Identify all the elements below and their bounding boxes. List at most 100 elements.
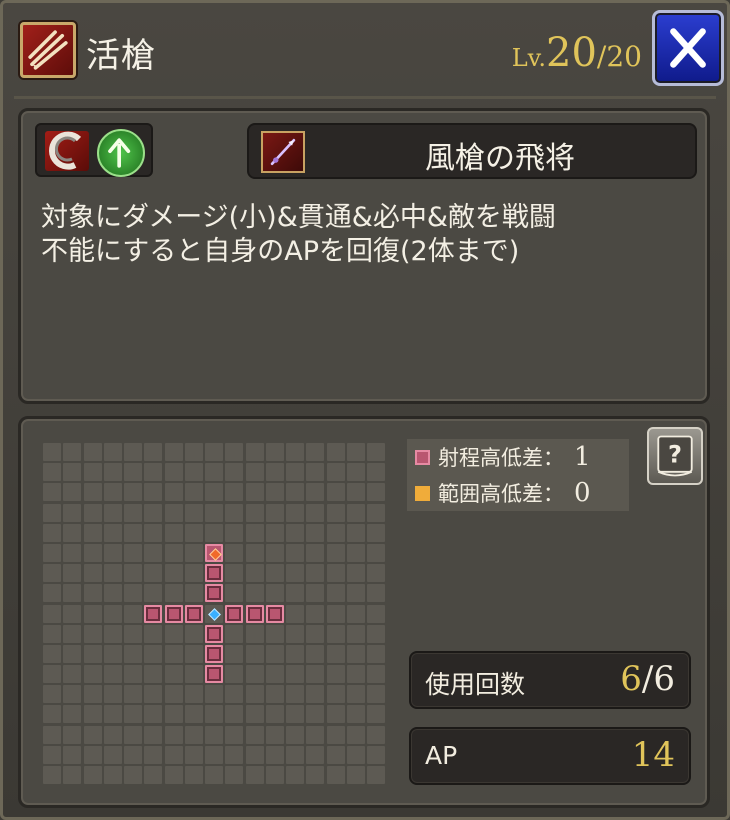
grid-cell [63,483,82,502]
grid-cell [144,543,163,562]
grid-cell [103,644,122,663]
grid-cell [306,665,325,684]
spear-icon [261,131,305,173]
grid-cell [245,705,264,724]
range-swatch [415,449,430,465]
grid-cell [144,624,163,643]
grid-cell [83,644,102,663]
grid-cell [184,644,203,663]
grid-cell [346,483,365,502]
grid-cell [306,584,325,603]
grid-cell [63,644,82,663]
grid-cell [286,523,304,542]
grid-cell [225,665,244,684]
grid-cell [63,463,82,482]
grid-cell [124,665,142,684]
grid-cell [63,685,82,704]
grid-cell [326,463,345,482]
close-button[interactable] [652,10,724,86]
header-divider [14,96,716,99]
grid-cell [164,523,183,542]
grid-cell [184,483,203,502]
grid-cell [306,523,325,542]
grid-cell [286,584,304,603]
area-height-row: 範囲高低差： 0 [415,477,591,509]
grid-cell [286,644,304,663]
grid-cell [83,665,102,684]
grid-cell [164,443,183,461]
grid-cell [306,685,325,704]
ap-label: AP [425,741,458,770]
grid-cell [164,665,183,684]
grid-cell [367,725,385,744]
grid-cell [346,523,365,542]
range-cell [225,604,244,623]
grid-cell [184,443,203,461]
grid-cell [346,705,365,724]
grid-cell [265,584,284,603]
range-cell [184,604,203,623]
grid-cell [225,766,244,784]
grid-cell [144,766,163,784]
grid-cell [144,523,163,542]
grid-cell [346,685,365,704]
grid-cell [326,644,345,663]
grid-cell [43,624,61,643]
grid-cell [144,443,163,461]
grid-cell [245,766,264,784]
grid-cell [346,725,365,744]
range-cell [164,604,183,623]
grid-cell [225,543,244,562]
grid-cell [346,624,365,643]
grid-cell [286,766,304,784]
grid-cell [43,584,61,603]
grid-cell [43,543,61,562]
grid-cell [286,705,304,724]
grid-cell [326,665,345,684]
grid-cell [103,766,122,784]
grid-cell [164,543,183,562]
grid-cell [306,624,325,643]
grid-cell [265,725,284,744]
grid-cell [367,604,385,623]
grid-cell [205,483,223,502]
grid-cell [63,745,82,764]
grid-cell [346,443,365,461]
grid-cell [286,463,304,482]
grid-cell [43,463,61,482]
uses-box: 使用回数 6/6 [409,651,691,709]
grid-cell [245,685,264,704]
grid-cell [367,644,385,663]
range-panel: 射程高低差： 1 範囲高低差： 0 ? 使用回数 6/6 AP 14 [18,416,710,808]
grid-cell [63,604,82,623]
range-cell [205,584,223,603]
grid-cell [63,584,82,603]
grid-cell [63,564,82,583]
grid-cell [326,624,345,643]
grid-cell [205,725,223,744]
range-height-value: 1 [574,442,591,472]
grid-cell [286,604,304,623]
grid-cell [144,665,163,684]
range-cell [245,604,264,623]
range-cell [205,564,223,583]
grid-cell [367,584,385,603]
grid-cell [265,543,284,562]
grid-cell [286,483,304,502]
grid-cell [83,503,102,522]
grid-cell [103,564,122,583]
grid-cell [326,725,345,744]
grid-cell [346,463,365,482]
grid-cell [346,564,365,583]
grid-cell [265,564,284,583]
grid-cell [367,483,385,502]
grid-cell [43,705,61,724]
skill-name: 活槍 [86,36,156,76]
grid-cell [265,685,284,704]
grid-cell [43,503,61,522]
grid-cell [326,604,345,623]
weapon-name: 風槍の飛将 [425,141,575,176]
help-button[interactable]: ? [647,427,703,485]
description-panel: 風槍の飛将 対象にダメージ(小)&貫通&必中&敵を戦闘 不能にすると自身のAPを… [18,108,710,404]
area-height-value: 0 [574,478,591,508]
